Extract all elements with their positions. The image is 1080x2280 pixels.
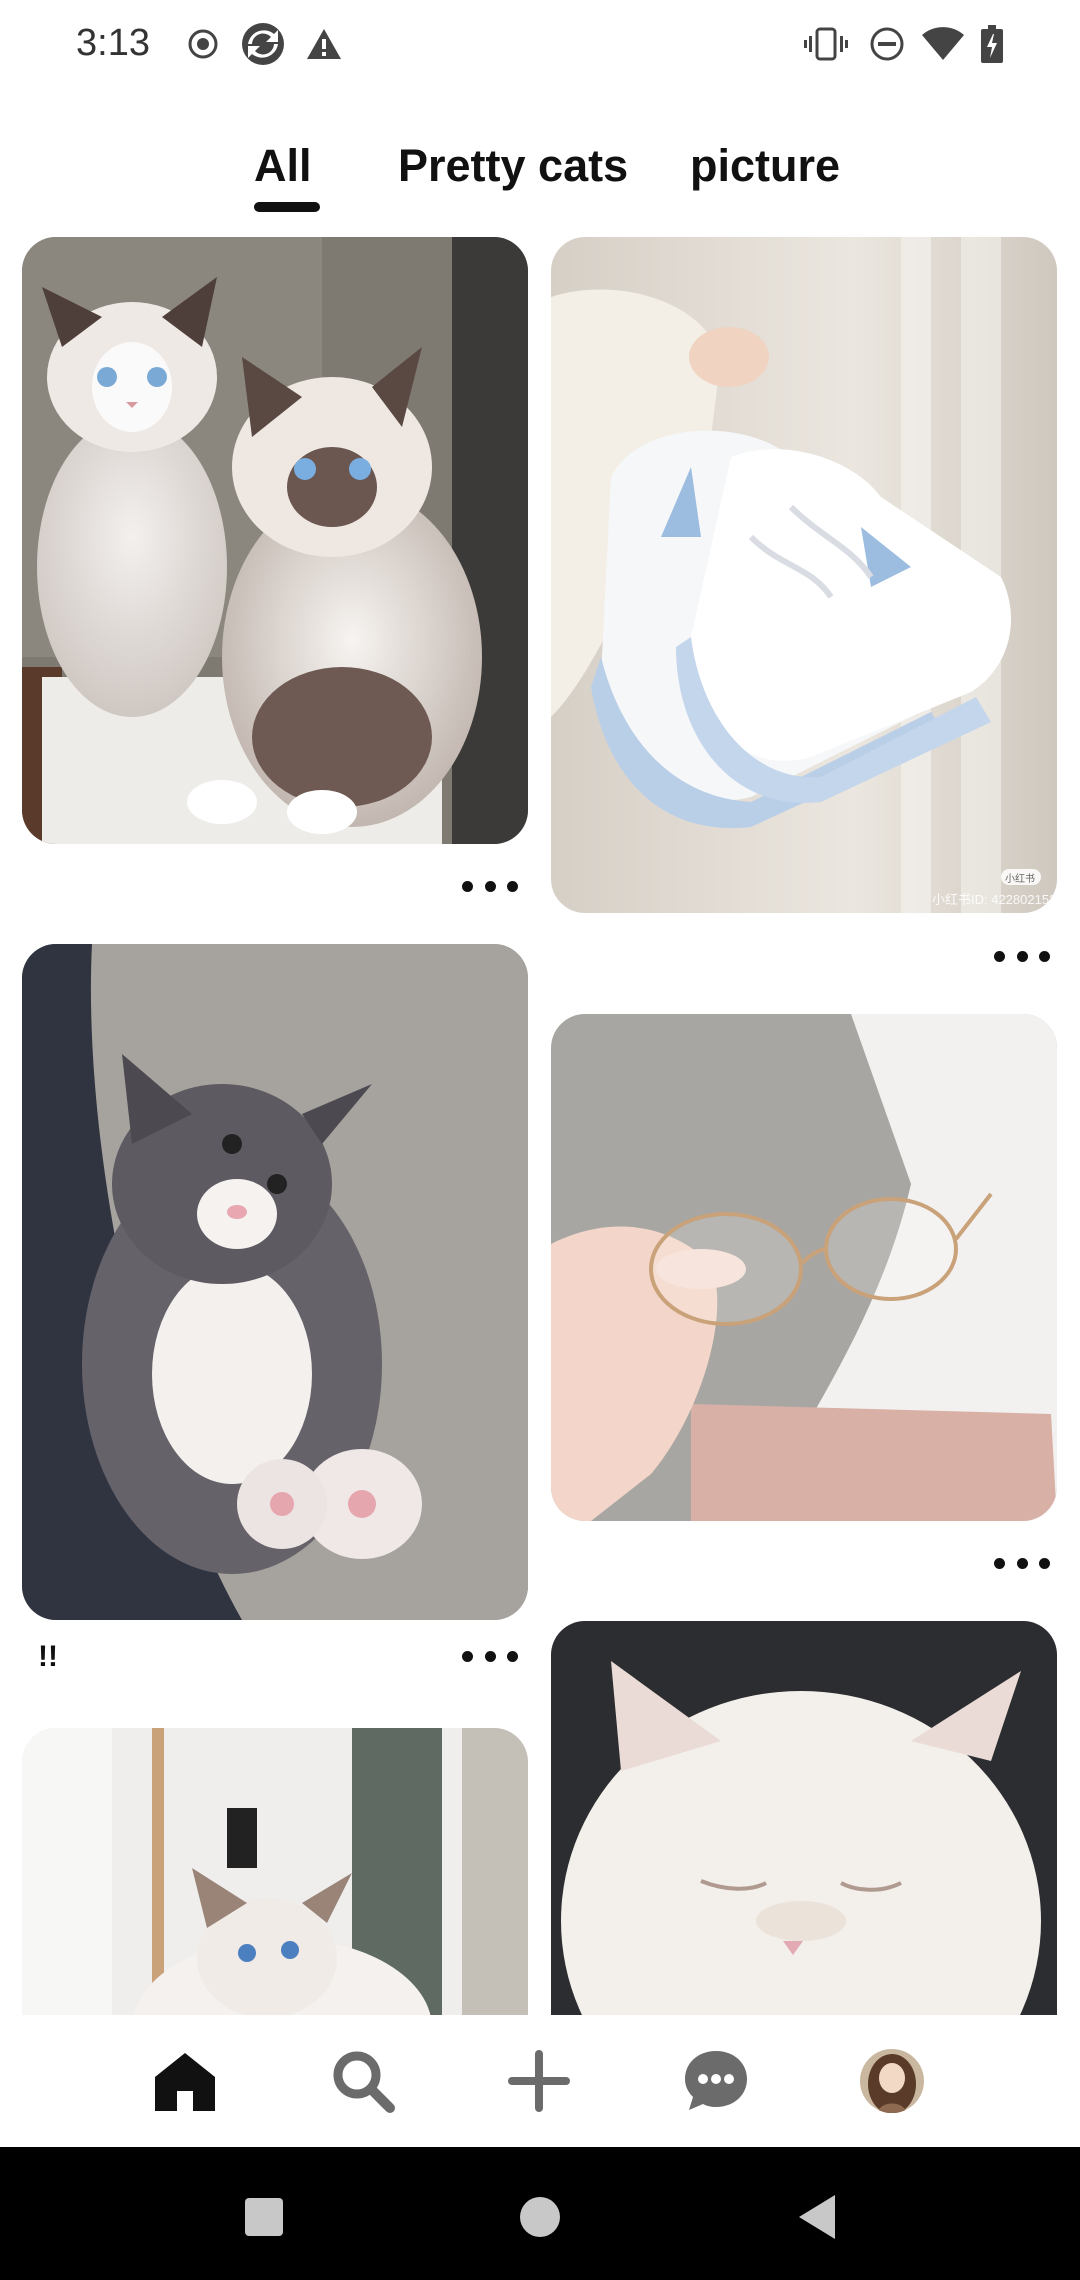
home-icon[interactable] (149, 2045, 221, 2117)
pin-image-glasses[interactable] (551, 1014, 1057, 1521)
wifi-icon (920, 22, 966, 66)
warning-icon (304, 22, 344, 66)
status-time: 3:13 (76, 22, 150, 64)
pin-more-button[interactable] (462, 871, 518, 901)
search-icon[interactable] (327, 2045, 399, 2117)
pin-feed[interactable]: 小红书 小红书ID: 422802152 !! (0, 230, 1080, 2015)
messages-icon[interactable] (680, 2045, 752, 2117)
tab-all[interactable]: All (254, 140, 312, 192)
bottom-navigation (0, 2015, 1080, 2147)
home-button[interactable] (510, 2187, 570, 2247)
back-button[interactable] (787, 2187, 847, 2247)
pin-image-sneakers[interactable]: 小红书 小红书ID: 422802152 (551, 237, 1057, 913)
vibrate-icon (804, 22, 848, 66)
active-tab-indicator (254, 202, 320, 212)
pin-image-ragdoll-cat[interactable] (22, 1728, 528, 2015)
record-icon (186, 22, 220, 66)
recents-button[interactable] (234, 2187, 294, 2247)
pin-image-ragdoll-kittens[interactable] (22, 237, 528, 844)
tab-picture[interactable]: picture (690, 140, 840, 192)
do-not-disturb-icon (868, 22, 906, 66)
watermark-text: 小红书ID: 422802152 (932, 892, 1057, 907)
board-tabs: All Pretty cats picture (0, 140, 1080, 220)
pin-more-button[interactable] (994, 941, 1050, 971)
system-navigation-bar (0, 2147, 1080, 2280)
battery-charging-icon (978, 22, 1006, 66)
sync-app-icon (240, 22, 286, 66)
profile-avatar[interactable] (856, 2045, 928, 2117)
pin-more-button[interactable] (994, 1548, 1050, 1578)
tab-pretty-cats[interactable]: Pretty cats (398, 140, 628, 192)
create-icon[interactable] (503, 2045, 575, 2117)
pin-more-button[interactable] (462, 1641, 518, 1671)
pin-image-white-kitten[interactable] (551, 1621, 1057, 2015)
pin-image-grey-kitten[interactable] (22, 944, 528, 1620)
pin-caption: !! (38, 1640, 58, 1673)
status-bar: 3:13 (0, 0, 1080, 90)
watermark-badge: 小红书 (1005, 874, 1035, 885)
